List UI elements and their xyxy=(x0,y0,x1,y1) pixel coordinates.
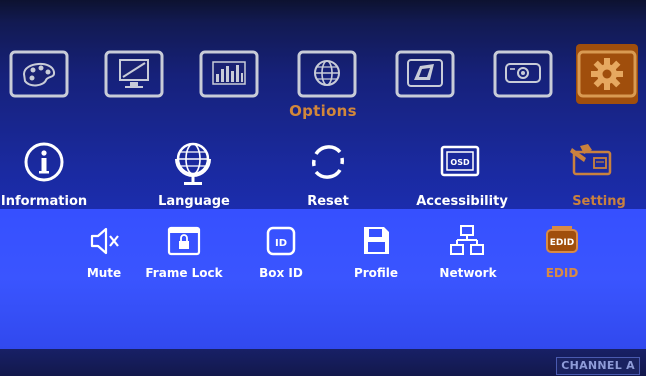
setting-icon[interactable] xyxy=(566,140,616,184)
display-adjust-tile[interactable] xyxy=(103,44,165,104)
submenu-item-profile[interactable]: Profile xyxy=(340,266,412,280)
channel-badge: CHANNEL A xyxy=(556,357,640,375)
menu-item-reset[interactable]: Reset xyxy=(280,194,376,209)
menu-item-setting[interactable]: Setting xyxy=(554,194,644,209)
frame-lock-icon[interactable] xyxy=(166,224,202,258)
globe-screen-icon xyxy=(297,50,357,98)
globe-icon[interactable] xyxy=(170,140,216,188)
edid-icon[interactable]: EDID xyxy=(544,224,580,258)
osd-icon[interactable]: OSD xyxy=(438,140,482,184)
equalizer-tile[interactable] xyxy=(198,44,260,104)
top-tile-bar xyxy=(8,44,638,104)
menu-item-information[interactable]: Information xyxy=(0,194,92,209)
setup-tile[interactable] xyxy=(576,44,638,104)
options-title: Options xyxy=(289,102,357,120)
3d-tile[interactable] xyxy=(394,44,456,104)
gear-icon xyxy=(577,50,637,98)
menu-item-language[interactable]: Language xyxy=(146,194,242,209)
submenu-item-box-id[interactable]: Box ID xyxy=(246,266,316,280)
3d-icon xyxy=(395,50,455,98)
display-adjust-icon xyxy=(104,50,164,98)
box-id-icon[interactable]: ID xyxy=(264,224,298,258)
footer-bar xyxy=(0,349,646,376)
projector-icon xyxy=(493,50,553,98)
equalizer-icon xyxy=(199,50,259,98)
osd-badge-text: OSD xyxy=(450,158,470,167)
color-palette-icon xyxy=(9,50,69,98)
menu-item-accessibility[interactable]: Accessibility xyxy=(402,194,522,209)
color-palette-tile[interactable] xyxy=(8,44,70,104)
osd-screen: Options OSD Information Language Reset A… xyxy=(0,0,646,376)
submenu-item-mute[interactable]: Mute xyxy=(74,266,134,280)
submenu-item-frame-lock[interactable]: Frame Lock xyxy=(138,266,230,280)
id-badge-text: ID xyxy=(275,238,287,249)
projector-tile[interactable] xyxy=(492,44,554,104)
reset-icon[interactable] xyxy=(306,140,350,184)
edid-badge-text: EDID xyxy=(550,238,574,248)
globe-screen-tile[interactable] xyxy=(296,44,358,104)
network-icon[interactable] xyxy=(450,224,484,258)
submenu-item-network[interactable]: Network xyxy=(428,266,508,280)
save-icon[interactable] xyxy=(360,224,392,258)
info-icon[interactable] xyxy=(22,140,66,184)
mute-icon[interactable] xyxy=(88,224,120,258)
submenu-item-edid[interactable]: EDID xyxy=(532,266,592,280)
